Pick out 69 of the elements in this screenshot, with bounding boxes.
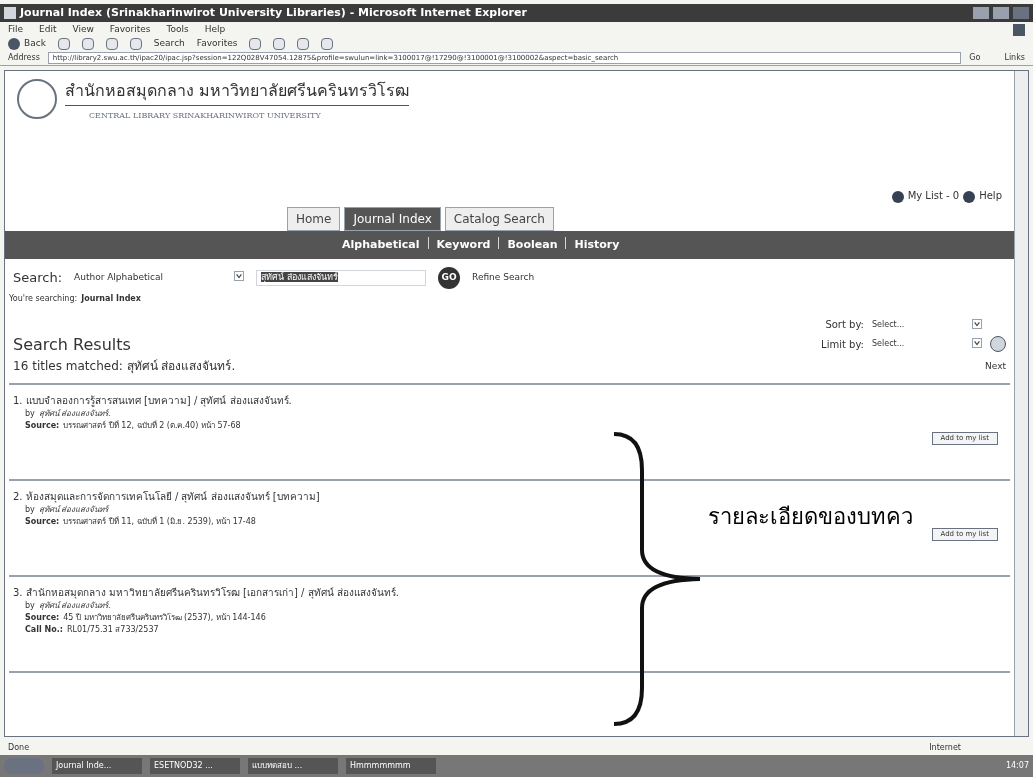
window-title: Journal Index (Srinakharinwirot University Libraries) - Microsoft Internet Explorer: [20, 4, 527, 21]
author-link[interactable]: สุทัศน์ ส่องแสงจันทร์.: [38, 408, 111, 420]
sort-dropdown[interactable]: Select...: [872, 318, 982, 331]
menu-item[interactable]: Favorites: [109, 22, 151, 37]
taskbar-button[interactable]: Hmmmmmmm: [346, 758, 436, 774]
source-label: Source:: [25, 612, 60, 624]
results-count: 16: [13, 358, 29, 375]
dropdown-chevron-icon[interactable]: [972, 338, 982, 348]
menu-item[interactable]: File: [8, 22, 24, 37]
source-label: Source:: [25, 420, 60, 432]
results-summary: titles matched: สุทัศน์ ส่องแสงจันทร์.: [32, 358, 236, 375]
limit-label: Limit by:: [821, 337, 864, 352]
search-button[interactable]: Search: [153, 37, 185, 51]
author-link[interactable]: สุทัศน์ ส่องแสงจันทร์.: [38, 600, 111, 612]
dropdown-chevron-icon[interactable]: [234, 271, 245, 282]
menu-item[interactable]: View: [72, 22, 94, 37]
limit-dropdown[interactable]: Select...: [872, 338, 982, 350]
nav-tab[interactable]: Journal Index: [344, 207, 441, 231]
menu-item[interactable]: Edit: [39, 22, 57, 37]
by-label: by: [25, 408, 35, 420]
status-text: Done: [8, 742, 30, 754]
address-label: Address: [8, 52, 40, 64]
sub-nav-link[interactable]: Alphabetical: [342, 236, 420, 254]
taskbar-button[interactable]: ESETNOD32 ...: [150, 758, 240, 774]
my-list-link[interactable]: My List - 0: [907, 188, 960, 203]
source-text: บรรณศาสตร์ ปีที่ 12, ฉบับที่ 2 (ต.ค.40) หน้า 57-68: [63, 420, 241, 432]
sub-nav-link[interactable]: Boolean: [507, 236, 558, 254]
author-link[interactable]: สุทัศน์ ส่องแสงจันทร์: [38, 504, 109, 516]
favorites-button[interactable]: Favorites: [196, 37, 238, 51]
taskbar-button[interactable]: แบบทดสอบ ...: [248, 758, 338, 774]
help-link[interactable]: Help: [979, 188, 1002, 203]
dropdown-chevron-icon[interactable]: [972, 318, 982, 329]
sub-nav-link[interactable]: Keyword: [436, 236, 491, 254]
results-heading: Search Results: [13, 334, 132, 356]
menu-item[interactable]: Help: [204, 22, 226, 37]
source-label: Source:: [25, 516, 60, 528]
menu-item[interactable]: Tools: [166, 22, 189, 37]
nav-tab[interactable]: Home: [287, 207, 341, 231]
sort-label: Sort by:: [825, 318, 864, 332]
source-text: บรรณศาสตร์ ปีที่ 11, ฉบับที่ 1 (มิ.ย. 2539), หน้า 17-48: [63, 516, 256, 528]
call-number-label: Call No.:: [25, 624, 63, 636]
call-number: RL01/75.31 ส733/2537: [66, 624, 159, 636]
links-label: Links: [1004, 52, 1025, 64]
next-link[interactable]: Next: [985, 360, 1006, 374]
search-type-dropdown[interactable]: Author Alphabetical: [74, 271, 245, 285]
search-context-label: You're searching:: [9, 293, 78, 305]
taskbar-button[interactable]: Journal Inde...: [52, 758, 142, 774]
result-title-link[interactable]: 3. สำนักหอสมุดกลาง มหาวิทยาลัยศรีนครินทรวิโรฒ [เอกสารเก่า] / สุทัศน์ ส่องแสงจันทร์.: [13, 585, 1006, 600]
result-title-link[interactable]: 2. ห้องสมุดและการจัดการเทคโนโลยี / สุทัศน์ ส่องแสงจันทร์ [บทความ]: [13, 489, 1006, 504]
search-field[interactable]: สุทัศน์ ส่องแสงจันทร์: [256, 270, 427, 286]
result-title-link[interactable]: 1. แบบจำลองการรู้สารสนเทศ [บทความ] / สุทัศน์ ส่องแสงจันทร์.: [13, 393, 1006, 408]
library-name: สำนักหอสมุดกลาง มหาวิทยาลัยศรีนครินทรวิโรฒ: [65, 79, 410, 106]
go-button[interactable]: Go: [969, 52, 981, 64]
search-label: Search:: [13, 269, 63, 288]
refine-search-link[interactable]: Refine Search: [472, 271, 535, 285]
library-name-english: CENTRAL LIBRARY SRINAKHARINWIROT UNIVERSITY: [89, 110, 322, 122]
source-text: 45 ปี มหาวิทยาลัยศรีนครินทรวิโรฒ (2537), หน้า 144-146: [63, 612, 266, 624]
taskbar-clock: 14:07: [1005, 760, 1029, 772]
by-label: by: [25, 504, 35, 516]
by-label: by: [25, 600, 35, 612]
library-logo-icon: [17, 79, 57, 119]
status-zone: Internet: [929, 742, 961, 754]
back-button[interactable]: Back: [8, 37, 46, 51]
search-context: Journal Index: [81, 293, 141, 305]
go-search-button[interactable]: GO: [438, 267, 461, 289]
scrollbar[interactable]: [1014, 71, 1028, 736]
annotation-text: รายละเอียดของบทคว: [708, 503, 913, 531]
sub-nav-link[interactable]: History: [574, 236, 620, 254]
nav-tab[interactable]: Catalog Search: [444, 207, 554, 231]
